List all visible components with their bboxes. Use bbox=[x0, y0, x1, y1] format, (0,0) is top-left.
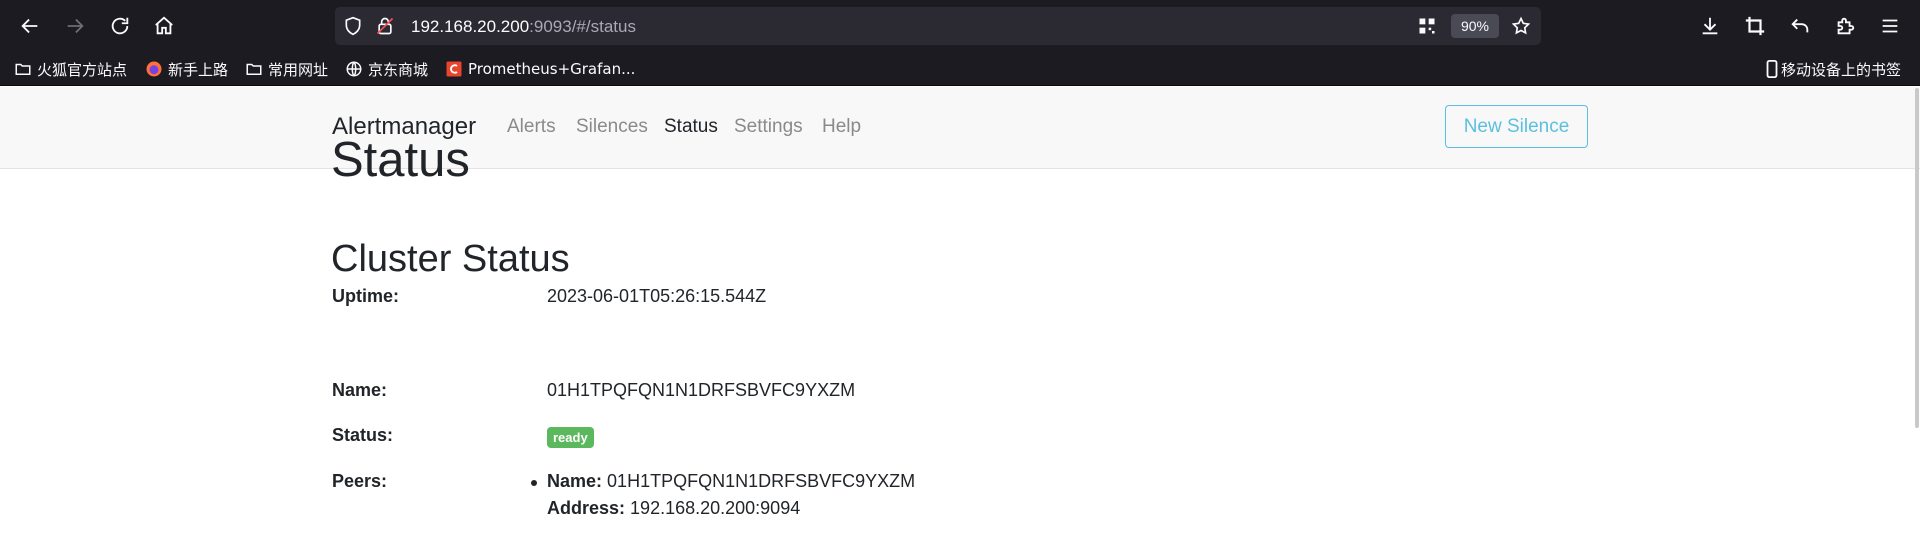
bookmark-item[interactable]: 京东商城 bbox=[345, 58, 428, 80]
globe-icon bbox=[345, 60, 363, 78]
cluster-status-label: Status: bbox=[332, 425, 394, 445]
mobile-phone-icon bbox=[1766, 60, 1778, 78]
uptime-value: 2023-06-01T05:26:15.544Z bbox=[547, 286, 767, 306]
menu-button[interactable] bbox=[1876, 12, 1904, 40]
nav-link-alerts[interactable]: Alerts bbox=[507, 116, 556, 138]
shield-icon[interactable] bbox=[343, 16, 363, 36]
list-bullet bbox=[531, 480, 537, 486]
bookmark-item[interactable]: 火狐官方站点 bbox=[14, 58, 127, 80]
url-text[interactable]: 192.168.20.200:9093/#/status bbox=[411, 17, 636, 37]
new-silence-button[interactable]: New Silence bbox=[1445, 105, 1588, 148]
peer-address: Address: 192.168.20.200:9094 bbox=[547, 498, 801, 518]
page-content: Alertmanager Alerts Silences Status Sett… bbox=[0, 87, 1920, 534]
page-scrollbar[interactable] bbox=[1915, 88, 1919, 428]
bookmark-item[interactable]: 新手上路 bbox=[145, 58, 228, 80]
c-logo-icon bbox=[445, 60, 463, 78]
hamburger-icon bbox=[1882, 19, 1898, 33]
nav-link-silences[interactable]: Silences bbox=[576, 116, 648, 138]
cluster-name-value: 01H1TPQFQN1N1DRFSBVFC9YXZM bbox=[547, 380, 856, 400]
folder-icon bbox=[14, 60, 32, 78]
alertmanager-navbar: Alertmanager Alerts Silences Status Sett… bbox=[0, 87, 1920, 169]
crop-icon bbox=[1745, 16, 1765, 36]
cluster-name-label: Name: bbox=[332, 380, 388, 400]
nav-link-status[interactable]: Status bbox=[664, 116, 718, 138]
mobile-bookmarks[interactable]: 移动设备上的书签 bbox=[1766, 58, 1901, 80]
bookmark-item[interactable]: Prometheus+Grafan... bbox=[445, 58, 635, 80]
screenshot-button[interactable] bbox=[1741, 12, 1769, 40]
nav-link-settings[interactable]: Settings bbox=[734, 116, 803, 138]
arrow-right-icon bbox=[67, 18, 84, 34]
puzzle-icon bbox=[1837, 17, 1855, 35]
download-icon bbox=[1702, 17, 1718, 35]
peer-name: Name: 01H1TPQFQN1N1DRFSBVFC9YXZM bbox=[547, 471, 916, 491]
home-button[interactable] bbox=[150, 12, 178, 40]
nav-link-help[interactable]: Help bbox=[822, 116, 861, 138]
qr-code-icon[interactable] bbox=[1417, 16, 1437, 36]
bookmark-item[interactable]: 常用网址 bbox=[245, 58, 328, 80]
browser-toolbar: 192.168.20.200:9093/#/status 90% bbox=[0, 0, 1920, 52]
undo-icon bbox=[1791, 18, 1809, 33]
extensions-button[interactable] bbox=[1831, 12, 1859, 40]
forward-button[interactable] bbox=[61, 12, 89, 40]
downloads-button[interactable] bbox=[1696, 12, 1724, 40]
firefox-icon bbox=[145, 60, 163, 78]
url-bar[interactable]: 192.168.20.200:9093/#/status 90% bbox=[335, 7, 1541, 45]
status-badge: ready bbox=[547, 427, 594, 448]
uptime-label: Uptime: bbox=[332, 286, 399, 306]
page-title: Status bbox=[331, 133, 470, 187]
home-icon bbox=[155, 16, 173, 35]
undo-button[interactable] bbox=[1786, 12, 1814, 40]
reload-button[interactable] bbox=[106, 12, 134, 40]
folder-icon bbox=[245, 60, 263, 78]
insecure-lock-icon[interactable] bbox=[375, 16, 395, 36]
reload-icon bbox=[111, 17, 129, 35]
back-button[interactable] bbox=[16, 12, 44, 40]
cluster-status-title: Cluster Status bbox=[331, 238, 570, 280]
peers-label: Peers: bbox=[332, 471, 388, 491]
zoom-level-button[interactable]: 90% bbox=[1451, 14, 1499, 38]
arrow-left-icon bbox=[21, 18, 38, 34]
star-icon[interactable] bbox=[1511, 16, 1531, 36]
bookmarks-bar: 火狐官方站点 新手上路 常用网址 京东商城 Prometheus+Grafan.… bbox=[0, 52, 1920, 86]
